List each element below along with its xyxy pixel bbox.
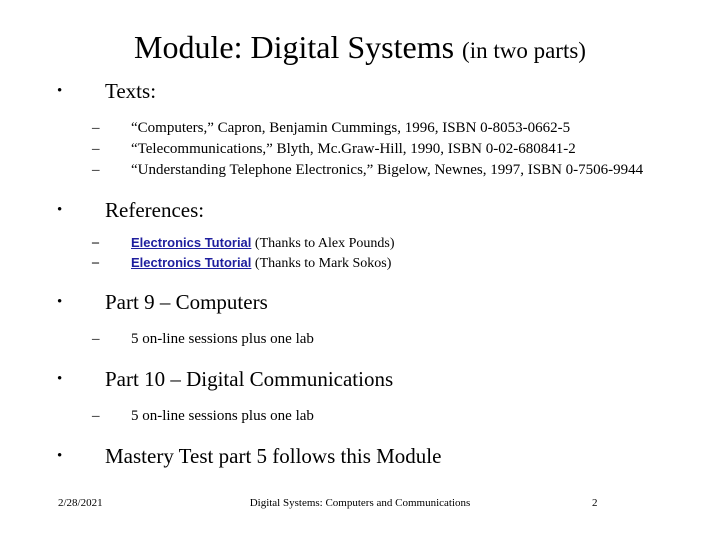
bullet-dot-icon: •	[57, 202, 63, 218]
link-electronics-tutorial-2[interactable]: Electronics Tutorial	[131, 255, 251, 270]
slide-footer: 2/28/2021 Digital Systems: Computers and…	[0, 496, 720, 514]
section-references: • References: – Electronics Tutorial (Th…	[0, 197, 720, 273]
list-item-text: “Understanding Telephone Electronics,” B…	[131, 162, 644, 178]
section-part-9: • Part 9 – Computers – 5 on-line session…	[0, 289, 720, 350]
bullet-part-10-label: Part 10 – Digital Communications	[105, 367, 394, 391]
link-credit-text: (Thanks to Mark Sokos)	[251, 256, 392, 271]
link-electronics-tutorial-1[interactable]: Electronics Tutorial	[131, 235, 251, 250]
slide-title-subtitle: (in two parts)	[462, 38, 586, 63]
bullet-texts: • Texts:	[0, 78, 720, 104]
dash-icon: –	[92, 255, 99, 270]
dash-icon: –	[92, 162, 100, 178]
list-item: – Electronics Tutorial (Thanks to Mark S…	[0, 253, 720, 273]
bullet-dot-icon: •	[57, 448, 63, 464]
list-item-text: “Computers,” Capron, Benjamin Cummings, …	[131, 120, 571, 136]
bullet-part-9-label: Part 9 – Computers	[105, 290, 268, 314]
bullet-part-10: • Part 10 – Digital Communications	[0, 366, 720, 392]
footer-page-number: 2	[592, 497, 598, 509]
list-item: – “Understanding Telephone Electronics,”…	[0, 160, 720, 181]
dash-icon: –	[92, 141, 100, 157]
bullet-dot-icon: •	[57, 294, 63, 310]
dash-icon: –	[92, 120, 100, 136]
bullet-dot-icon: •	[57, 371, 63, 387]
list-item-text: 5 on-line sessions plus one lab	[131, 408, 314, 424]
bullet-dot-icon: •	[57, 83, 63, 99]
bullet-part-9: • Part 9 – Computers	[0, 289, 720, 315]
list-item-text: 5 on-line sessions plus one lab	[131, 331, 314, 347]
list-item: – “Computers,” Capron, Benjamin Cummings…	[0, 118, 720, 139]
dash-icon: –	[92, 235, 99, 250]
list-item: – “Telecommunications,” Blyth, Mc.Graw-H…	[0, 139, 720, 160]
section-part-10: • Part 10 – Digital Communications – 5 o…	[0, 366, 720, 427]
section-mastery-test: • Mastery Test part 5 follows this Modul…	[0, 443, 720, 469]
slide: Module: Digital Systems (in two parts) •…	[0, 0, 720, 540]
section-texts: • Texts: – “Computers,” Capron, Benjamin…	[0, 78, 720, 181]
list-item: – 5 on-line sessions plus one lab	[0, 329, 720, 350]
slide-title: Module: Digital Systems (in two parts)	[0, 28, 720, 70]
list-item: – 5 on-line sessions plus one lab	[0, 406, 720, 427]
dash-icon: –	[92, 331, 100, 347]
bullet-references: • References:	[0, 197, 720, 223]
bullet-mastery-test: • Mastery Test part 5 follows this Modul…	[0, 443, 720, 469]
list-item-text: “Telecommunications,” Blyth, Mc.Graw-Hil…	[131, 141, 576, 157]
bullet-texts-label: Texts:	[105, 79, 157, 103]
list-item: – Electronics Tutorial (Thanks to Alex P…	[0, 233, 720, 253]
slide-title-main: Module: Digital Systems	[134, 29, 463, 65]
slide-body: • Texts: – “Computers,” Capron, Benjamin…	[0, 78, 720, 471]
bullet-references-label: References:	[105, 198, 205, 222]
dash-icon: –	[92, 408, 100, 424]
bullet-mastery-test-label: Mastery Test part 5 follows this Module	[105, 444, 442, 468]
link-credit-text: (Thanks to Alex Pounds)	[251, 236, 395, 251]
